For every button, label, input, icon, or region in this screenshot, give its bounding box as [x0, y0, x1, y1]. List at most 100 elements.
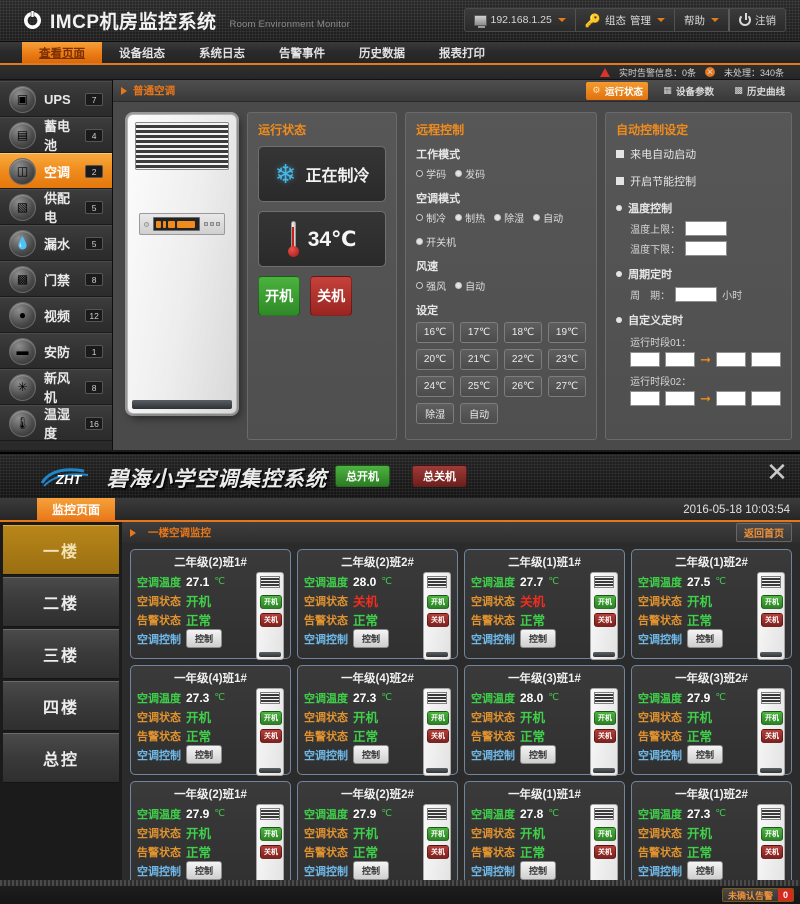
control-button[interactable]: 控制 [687, 745, 724, 764]
power-restore-checkbox-row[interactable]: 来电自动启动 [616, 146, 781, 162]
sidebar-item-air-conditioner[interactable]: ◫ 空调 2 [0, 153, 113, 189]
control-button[interactable]: 控制 [186, 745, 223, 764]
temp-button-25[interactable]: 25℃ [460, 376, 499, 397]
control-button[interactable]: 控制 [520, 745, 557, 764]
sidebar-item-ups[interactable]: ▣ UPS 7 [0, 81, 113, 117]
sidebar-item-access-control[interactable]: ▩ 门禁 8 [0, 261, 113, 297]
temp-button-19[interactable]: 19℃ [548, 322, 587, 343]
power-off-button[interactable]: 关机 [310, 276, 353, 316]
control-button[interactable]: 控制 [520, 861, 557, 880]
period2-end-hour[interactable] [716, 391, 746, 406]
temp-button-20[interactable]: 20℃ [416, 349, 455, 370]
nav-tab-system-log[interactable]: 系统日志 [182, 42, 262, 63]
card-power-on-button[interactable]: 开机 [761, 711, 783, 725]
card-power-on-button[interactable]: 开机 [260, 711, 282, 725]
config-menu[interactable]: 🔑 组态 管理 [574, 9, 674, 31]
floor-item-3[interactable]: 三楼 [3, 629, 119, 679]
temp-button-26[interactable]: 26℃ [504, 376, 543, 397]
card-power-on-button[interactable]: 开机 [594, 827, 616, 841]
control-button[interactable]: 控制 [186, 861, 223, 880]
card-power-off-button[interactable]: 关机 [761, 845, 783, 859]
control-button[interactable]: 控制 [687, 861, 724, 880]
dehumidify-button[interactable]: 除湿 [416, 403, 455, 424]
card-power-on-button[interactable]: 开机 [427, 827, 449, 841]
period2-end-minute[interactable] [751, 391, 781, 406]
card-power-off-button[interactable]: 关机 [594, 729, 616, 743]
period1-end-hour[interactable] [716, 352, 746, 367]
control-button[interactable]: 控制 [353, 629, 390, 648]
card-power-off-button[interactable]: 关机 [427, 845, 449, 859]
radio-power-toggle[interactable]: 开关机 [416, 234, 456, 249]
floor-item-2[interactable]: 二楼 [3, 577, 119, 627]
card-power-off-button[interactable]: 关机 [594, 845, 616, 859]
card-power-off-button[interactable]: 关机 [761, 613, 783, 627]
control-button[interactable]: 控制 [186, 629, 223, 648]
period2-start-minute[interactable] [665, 391, 696, 406]
radio-heating[interactable]: 制热 [455, 210, 485, 225]
card-power-on-button[interactable]: 开机 [761, 827, 783, 841]
card-power-off-button[interactable]: 关机 [761, 729, 783, 743]
control-button[interactable]: 控制 [353, 745, 390, 764]
floor-item-4[interactable]: 四楼 [3, 681, 119, 731]
control-button[interactable]: 控制 [353, 861, 390, 880]
temp-lower-input[interactable] [685, 241, 728, 256]
close-icon[interactable]: ✕ [764, 459, 790, 486]
help-menu[interactable]: 帮助 [674, 9, 728, 31]
card-power-off-button[interactable]: 关机 [260, 845, 282, 859]
radio-strong-wind[interactable]: 强风 [416, 278, 446, 293]
temp-control-option[interactable]: 温度控制 [616, 200, 781, 216]
energy-saving-checkbox-row[interactable]: 开启节能控制 [616, 173, 781, 189]
radio-fan-auto[interactable]: 自动 [455, 278, 485, 293]
return-home-link[interactable]: 返回首页 [736, 523, 792, 542]
period1-end-minute[interactable] [751, 352, 781, 367]
custom-timer-option[interactable]: 自定义定时 [616, 312, 781, 328]
auto-button[interactable]: 自动 [460, 403, 499, 424]
period1-start-hour[interactable] [630, 352, 661, 367]
unconfirmed-alarm-badge[interactable]: 未确认告警 0 [721, 888, 794, 902]
radio-dehumidify[interactable]: 除湿 [494, 210, 524, 225]
temp-button-27[interactable]: 27℃ [548, 376, 587, 397]
nav-tab-report-print[interactable]: 报表打印 [422, 42, 502, 63]
card-power-off-button[interactable]: 关机 [427, 613, 449, 627]
control-button[interactable]: 控制 [687, 629, 724, 648]
sidebar-item-power-distribution[interactable]: ▧ 供配电 5 [0, 189, 113, 225]
master-power-on-button[interactable]: 总开机 [335, 465, 390, 487]
temp-button-21[interactable]: 21℃ [460, 349, 499, 370]
temp-button-17[interactable]: 17℃ [460, 322, 499, 343]
master-power-off-button[interactable]: 总关机 [412, 465, 467, 487]
cycle-timer-option[interactable]: 周期定时 [616, 266, 781, 282]
card-power-off-button[interactable]: 关机 [594, 613, 616, 627]
radio-auto[interactable]: 自动 [533, 210, 563, 225]
card-power-on-button[interactable]: 开机 [427, 595, 449, 609]
tab-history-curve[interactable]: ▩ 历史曲线 [728, 82, 790, 100]
card-power-on-button[interactable]: 开机 [594, 595, 616, 609]
card-power-on-button[interactable]: 开机 [260, 827, 282, 841]
card-power-on-button[interactable]: 开机 [260, 595, 282, 609]
sidebar-item-fresh-air-fan[interactable]: ✳ 新风机 8 [0, 369, 113, 405]
power-on-button[interactable]: 开机 [258, 276, 301, 316]
sidebar-item-video[interactable]: ● 视频 12 [0, 297, 113, 333]
card-power-off-button[interactable]: 关机 [260, 613, 282, 627]
tab-monitor-page[interactable]: 监控页面 [37, 498, 115, 520]
temp-button-18[interactable]: 18℃ [504, 322, 543, 343]
radio-cooling[interactable]: 制冷 [416, 210, 446, 225]
nav-tab-view-page[interactable]: 查看页面 [22, 42, 102, 63]
nav-tab-alarm-events[interactable]: 告警事件 [262, 42, 342, 63]
sidebar-item-water-leak[interactable]: 💧 漏水 5 [0, 225, 113, 261]
sidebar-item-security[interactable]: ▬ 安防 1 [0, 333, 113, 369]
temp-upper-input[interactable] [685, 221, 728, 236]
temp-button-22[interactable]: 22℃ [504, 349, 543, 370]
period2-start-hour[interactable] [630, 391, 661, 406]
card-power-on-button[interactable]: 开机 [427, 711, 449, 725]
temp-button-16[interactable]: 16℃ [416, 322, 455, 343]
tab-device-params[interactable]: ▦ 设备参数 [657, 82, 719, 100]
floor-item-1[interactable]: 一楼 [3, 525, 119, 575]
nav-tab-device-config[interactable]: 设备组态 [102, 42, 182, 63]
period1-start-minute[interactable] [665, 352, 696, 367]
control-button[interactable]: 控制 [520, 629, 557, 648]
sidebar-item-temp-humidity[interactable]: 🌡 温湿度 16 [0, 405, 113, 441]
floor-item-master[interactable]: 总控 [3, 733, 119, 783]
ip-selector[interactable]: 192.168.1.25 [465, 9, 575, 31]
card-power-off-button[interactable]: 关机 [260, 729, 282, 743]
tab-run-status[interactable]: ⚙ 运行状态 [585, 81, 648, 100]
